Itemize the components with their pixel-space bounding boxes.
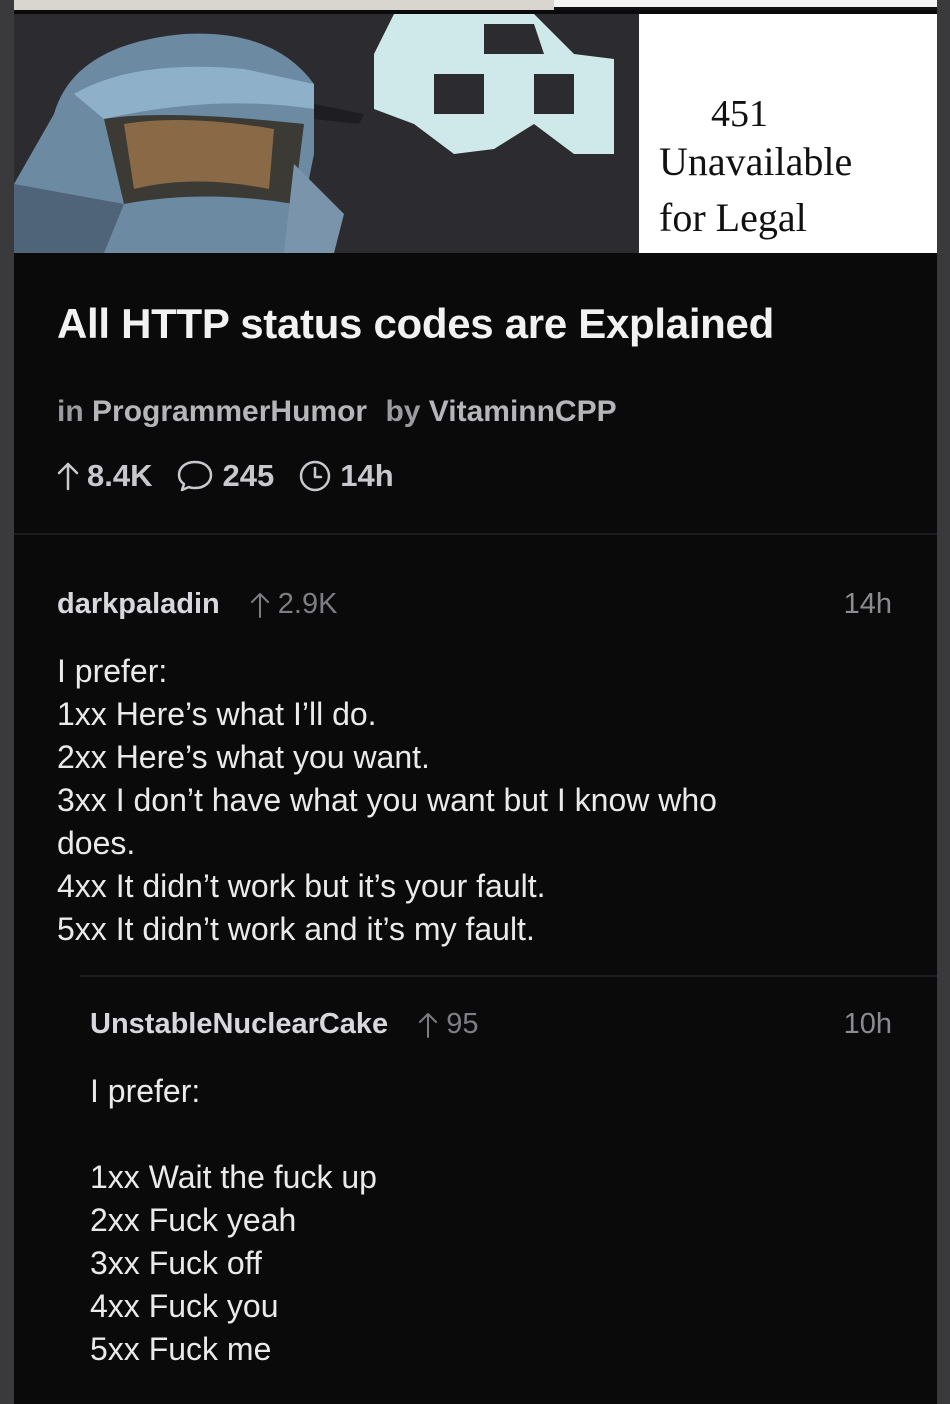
comment-line: 3xx Fuck off	[90, 1245, 262, 1281]
reply-body: I prefer: 1xx Wait the fuck up 2xx Fuck …	[90, 1070, 890, 1371]
upvote-count: 8.4K	[87, 458, 153, 493]
image-top-strip	[14, 0, 937, 14]
age-stat: 14h	[298, 458, 394, 494]
comment-line: 4xx It didn’t work but it’s your fault.	[57, 868, 546, 904]
comment-author[interactable]: UnstableNuclearCake	[90, 1008, 388, 1041]
comment-line	[90, 1113, 890, 1156]
clock-icon	[299, 460, 331, 492]
post-stats: 8.4K 245 14h	[57, 456, 418, 496]
comment-line: I prefer:	[57, 653, 168, 689]
comment-line: 1xx Wait the fuck up	[90, 1159, 377, 1195]
reply-header: UnstableNuclearCake 95	[90, 1008, 478, 1041]
comment-score-value: 2.9K	[277, 588, 338, 620]
comment-body: I prefer: 1xx Here’s what I’ll do. 2xx H…	[57, 650, 897, 951]
meme-helmet-panel	[14, 14, 639, 253]
comment-time: 10h	[843, 1008, 892, 1040]
comment-header: darkpaladin 2.9K	[57, 588, 337, 621]
arrow-up-icon	[250, 592, 269, 618]
app-frame: 451 Unavailable for Legal All HTTP statu…	[14, 0, 937, 1404]
author-prefix: by	[385, 395, 421, 428]
comment-line: 2xx Fuck yeah	[90, 1202, 297, 1238]
author-link[interactable]: VitaminnCPP	[429, 395, 617, 428]
comment-line: 4xx Fuck you	[90, 1288, 279, 1324]
comment-score[interactable]: 95	[418, 1008, 478, 1041]
comment-line: 5xx It didn’t work and it’s my fault.	[57, 911, 535, 947]
arrow-up-icon	[57, 462, 79, 491]
helmet-figure-illustration	[14, 14, 639, 253]
post-divider	[14, 533, 937, 535]
subreddit-prefix: in	[57, 395, 84, 428]
meme-caption: 451 Unavailable for Legal	[659, 94, 852, 246]
post-meta: in ProgrammerHumor by VitaminnCPP	[57, 395, 617, 429]
comment-score-value: 95	[446, 1008, 479, 1040]
upvote-stat[interactable]: 8.4K	[57, 458, 152, 494]
comment-count: 245	[222, 458, 275, 493]
comment-line: 2xx Here’s what you want.	[57, 739, 430, 775]
post-age: 14h	[340, 458, 394, 493]
speech-bubble-icon	[178, 460, 213, 492]
comment-time: 14h	[843, 588, 892, 620]
comment-line: does.	[57, 825, 136, 861]
post-image[interactable]: 451 Unavailable for Legal	[14, 0, 937, 253]
meme-caption-panel: 451 Unavailable for Legal	[639, 14, 937, 253]
comment-author[interactable]: darkpaladin	[57, 588, 220, 621]
comment-line: I prefer:	[90, 1073, 201, 1109]
meme-caption-line: Unavailable	[659, 139, 853, 184]
meme-caption-code: 451	[711, 93, 768, 135]
comment-line: 3xx I don’t have what you want but I kno…	[57, 782, 717, 818]
reply-divider	[80, 975, 937, 977]
meme-caption-line: for Legal	[659, 195, 807, 240]
post-title[interactable]: All HTTP status codes are Explained	[57, 300, 774, 348]
comments-stat[interactable]: 245	[176, 458, 274, 494]
comment-line: 1xx Here’s what I’ll do.	[57, 696, 377, 732]
comment-score[interactable]: 2.9K	[250, 588, 338, 621]
subreddit-link[interactable]: ProgrammerHumor	[92, 395, 367, 428]
arrow-up-icon	[419, 1012, 438, 1038]
comment-line: 5xx Fuck me	[90, 1331, 272, 1367]
